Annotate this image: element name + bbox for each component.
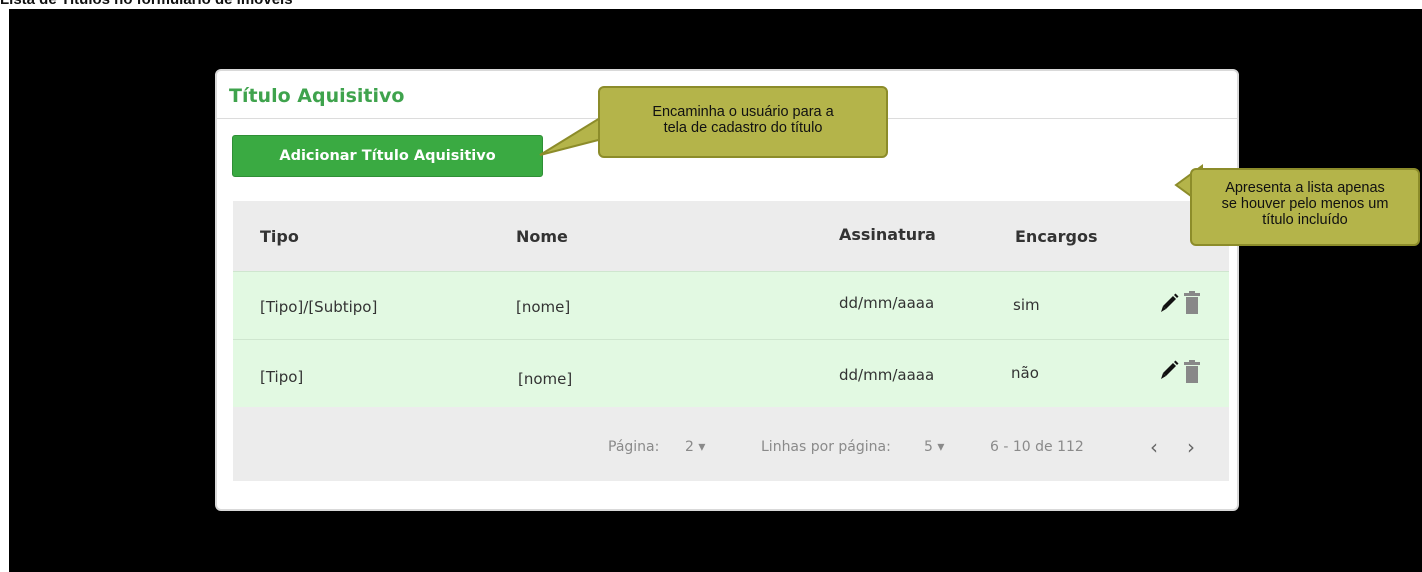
chevron-down-icon: ▾ [937, 439, 945, 455]
cell-assinatura: dd/mm/aaaa [839, 366, 935, 384]
page-heading: Lista de Títulos no formulário de imóvei… [0, 0, 293, 9]
rows-per-page-value: 5 [924, 439, 933, 455]
page-label: Página: [608, 439, 660, 455]
pencil-icon[interactable] [1159, 359, 1179, 383]
callout-list-note: Apresenta a lista apenas se houver pelo … [1190, 168, 1420, 246]
column-header-assinatura: Assinatura [839, 225, 936, 244]
callout-line: se houver pelo menos um [1221, 196, 1389, 212]
column-header-tipo: Tipo [260, 227, 299, 246]
callout-line: tela de cadastro do título [663, 120, 823, 136]
callout-line: Apresenta a lista apenas [1225, 180, 1385, 196]
table-row: [Tipo]/[Subtipo] [nome] dd/mm/aaaa sim [233, 271, 1229, 339]
callout-line: título incluído [1262, 212, 1348, 228]
rows-per-page-label: Linhas por página: [761, 439, 891, 455]
cell-encargos: não [1011, 364, 1039, 382]
cell-nome: [nome] [516, 298, 571, 316]
add-titulo-button[interactable]: Adicionar Título Aquisitivo [232, 135, 543, 177]
trash-icon[interactable] [1183, 291, 1203, 315]
chevron-down-icon: ▾ [698, 439, 706, 455]
range-text: 6 - 10 de 112 [990, 439, 1084, 455]
cell-tipo: [Tipo] [260, 368, 304, 386]
panel-title: Título Aquisitivo [229, 85, 405, 107]
titulos-table: Tipo Nome Assinatura Encargos [Tipo]/[Su… [233, 201, 1229, 481]
cell-tipo: [Tipo]/[Subtipo] [260, 298, 378, 316]
chevron-right-icon[interactable]: › [1187, 435, 1195, 459]
table-header: Tipo Nome Assinatura Encargos [233, 201, 1229, 271]
pagination-bar: Página: 2 ▾ Linhas por página: 5 ▾ 6 - 1… [233, 407, 1229, 481]
trash-icon[interactable] [1183, 360, 1203, 384]
column-header-encargos: Encargos [1015, 227, 1098, 246]
chevron-left-icon[interactable]: ‹ [1150, 435, 1158, 459]
table-row: [Tipo] [nome] dd/mm/aaaa não [233, 339, 1229, 407]
page-select[interactable]: 2 ▾ [685, 439, 705, 455]
rows-per-page-select[interactable]: 5 ▾ [924, 439, 944, 455]
cell-assinatura: dd/mm/aaaa [839, 294, 935, 312]
cell-nome: [nome] [518, 370, 573, 388]
column-header-nome: Nome [516, 227, 568, 246]
pencil-icon[interactable] [1159, 292, 1179, 316]
callout-add-button-note: Encaminha o usuário para a tela de cadas… [598, 86, 888, 158]
page-value: 2 [685, 439, 694, 455]
cell-encargos: sim [1013, 296, 1040, 314]
callout-line: Encaminha o usuário para a [652, 104, 834, 120]
